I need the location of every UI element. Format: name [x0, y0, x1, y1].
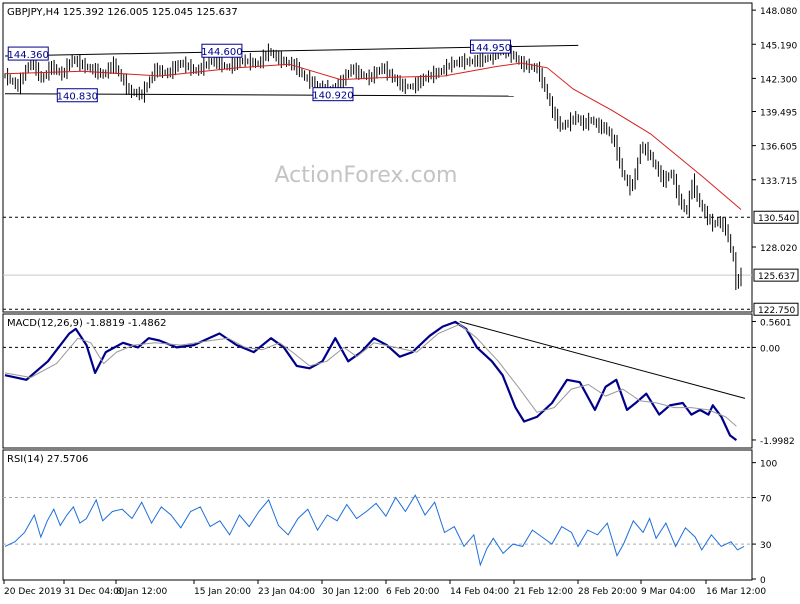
rsi-tick-label: 0 — [760, 576, 766, 586]
price-tick-label: 148.080 — [760, 7, 797, 17]
price-tick-label: 142.300 — [760, 75, 797, 85]
x-tick-label: 16 Mar 12:00 — [706, 587, 766, 597]
x-tick-label: 15 Jan 20:00 — [194, 587, 251, 597]
macd-panel-title: MACD(12,26,9) -1.8819 -1.4862 — [7, 318, 167, 329]
x-tick-label: 20 Dec 2019 — [4, 587, 62, 597]
price-box-label-0: 130.540 — [758, 214, 795, 224]
x-tick-label: 8 Jan 12:00 — [116, 587, 168, 597]
x-tick-label: 9 Mar 04:00 — [641, 587, 696, 597]
macd-tick-label: 0.00 — [760, 344, 780, 354]
swing-label-4: 144.950 — [470, 43, 511, 54]
swing-label-1: 140.830 — [57, 92, 98, 103]
rsi-panel-frame — [2, 449, 753, 581]
price-box-label-1: 125.637 — [758, 272, 795, 282]
x-tick-label: 23 Jan 04:00 — [258, 587, 315, 597]
price-tick-label: 139.495 — [760, 109, 797, 119]
x-tick-label: 21 Feb 12:00 — [514, 587, 573, 597]
price-tick-label: 136.605 — [760, 143, 797, 153]
rsi-tick-label: 70 — [760, 495, 772, 505]
price-tick-label: 128.020 — [760, 244, 797, 254]
chart-svg: ActionForex.com GBPJPY,H4 125.392 126.00… — [2, 2, 799, 597]
rsi-tick-label: 100 — [760, 460, 777, 470]
x-tick-label: 30 Jan 12:00 — [322, 587, 379, 597]
gbpjpy-chart-screen: ActionForex.com GBPJPY,H4 125.392 126.00… — [0, 0, 800, 600]
macd-panel-frame — [2, 313, 753, 449]
swing-label-3: 140.920 — [312, 91, 353, 102]
price-tick-label: 133.715 — [760, 177, 797, 187]
x-tick-label: 6 Feb 20:00 — [386, 587, 440, 597]
rsi-panel-title: RSI(14) 27.5706 — [7, 454, 88, 465]
watermark-text: ActionForex.com — [275, 163, 458, 188]
x-tick-label: 14 Feb 04:00 — [450, 587, 509, 597]
swing-label-0: 144.360 — [8, 50, 49, 61]
macd-tick-label: 0.5601 — [760, 318, 792, 328]
price-box-label-2: 122.750 — [758, 306, 795, 316]
price-panel-title: GBPJPY,H4 125.392 126.005 125.045 125.63… — [7, 7, 238, 18]
x-tick-label: 28 Feb 20:00 — [578, 587, 637, 597]
rsi-tick-label: 30 — [760, 541, 772, 551]
swing-label-2: 144.600 — [201, 47, 242, 58]
macd-tick-label: -1.9982 — [760, 437, 795, 447]
price-tick-label: 145.190 — [760, 41, 797, 51]
